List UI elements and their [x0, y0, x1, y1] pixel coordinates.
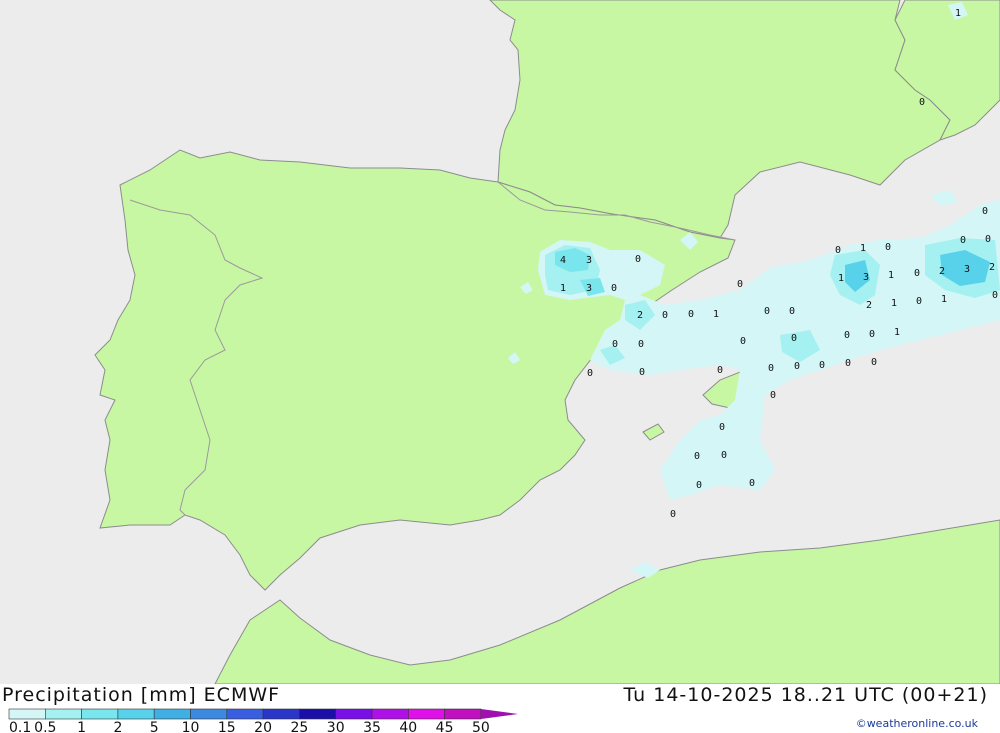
value-label: 1	[560, 283, 566, 294]
value-label: 0	[638, 339, 644, 350]
value-label: 3	[964, 264, 970, 275]
value-label: 0	[835, 245, 841, 256]
color-legend: 0.1 0.5 1 2 5 10 15 20 25 30 35 40 45 50	[8, 708, 518, 733]
value-label: 0	[845, 358, 851, 369]
value-label: 0	[639, 367, 645, 378]
legend-swatch	[44, 708, 82, 720]
legend-swatch	[407, 708, 445, 720]
legend-label: 0.1	[9, 720, 31, 733]
value-label: 0	[696, 480, 702, 491]
value-label: 0	[719, 422, 725, 433]
value-label: 1	[891, 298, 897, 309]
value-label: 2	[866, 300, 872, 311]
value-label: 4	[560, 255, 566, 266]
value-label: 0	[721, 450, 727, 461]
value-label: 0	[587, 368, 593, 379]
value-label: 0	[982, 206, 988, 217]
value-label: 0	[791, 333, 797, 344]
value-label: 0	[960, 235, 966, 246]
value-label: 3	[586, 255, 592, 266]
legend-label: 5	[150, 720, 159, 733]
value-label: 0	[764, 306, 770, 317]
value-label: 0	[992, 290, 998, 301]
legend-label: 30	[327, 720, 345, 733]
credit-link[interactable]: ©weatheronline.co.uk	[856, 717, 978, 730]
legend-swatch	[117, 708, 155, 720]
value-label: 0	[694, 451, 700, 462]
map-footer: Precipitation [mm] ECMWF Tu 14-10-2025 1…	[0, 684, 1000, 733]
legend-swatch	[299, 708, 336, 720]
value-label: 0	[871, 357, 877, 368]
value-label: 1	[713, 309, 719, 320]
legend-label: 25	[290, 720, 308, 733]
precipitation-map: 1 0 4 3 0 1 3 0 2 0 0 1 0 0 0 0 0 0 0 0 …	[0, 0, 1000, 684]
legend-swatches	[8, 708, 482, 720]
value-label: 0	[688, 309, 694, 320]
value-label: 0	[717, 365, 723, 376]
legend-labels: 0.1 0.5 1 2 5 10 15 20 25 30 35 40 45 50	[9, 720, 490, 733]
value-label: 0	[885, 242, 891, 253]
value-label: 0	[612, 339, 618, 350]
legend-label: 35	[363, 720, 381, 733]
legend-swatch	[226, 708, 264, 720]
value-label: 1	[955, 8, 961, 19]
legend-label: 10	[182, 720, 200, 733]
legend-swatch	[335, 708, 373, 720]
legend-label: 0.5	[34, 720, 56, 733]
value-label: 0	[749, 478, 755, 489]
value-label: 0	[819, 360, 825, 371]
value-label: 0	[611, 283, 617, 294]
value-label: 2	[989, 262, 995, 273]
valid-time: Tu 14-10-2025 18..21 UTC (00+21)	[623, 684, 988, 706]
value-label: 3	[586, 283, 592, 294]
legend-swatch	[444, 708, 482, 720]
legend-label: 20	[254, 720, 272, 733]
value-label: 1	[888, 270, 894, 281]
value-label: 1	[838, 273, 844, 284]
value-label: 0	[869, 329, 875, 340]
legend-arrow	[481, 709, 518, 719]
value-label: 3	[863, 272, 869, 283]
legend-label: 50	[472, 720, 490, 733]
legend-label: 40	[399, 720, 417, 733]
legend-label: 1	[77, 720, 86, 733]
value-label: 1	[860, 243, 866, 254]
value-label: 0	[789, 306, 795, 317]
legend-label: 15	[218, 720, 236, 733]
value-label: 0	[794, 361, 800, 372]
value-label: 0	[768, 363, 774, 374]
value-label: 0	[740, 336, 746, 347]
legend-swatch	[371, 708, 409, 720]
value-label: 1	[894, 327, 900, 338]
value-label: 2	[939, 266, 945, 277]
value-label: 0	[844, 330, 850, 341]
value-label: 0	[737, 279, 743, 290]
legend-swatch	[8, 708, 46, 720]
legend-swatch	[153, 708, 191, 720]
legend-label: 2	[113, 720, 122, 733]
value-label: 0	[985, 234, 991, 245]
value-label: 0	[916, 296, 922, 307]
value-label: 0	[662, 310, 668, 321]
legend-swatch	[190, 708, 228, 720]
legend-swatch	[81, 708, 119, 720]
value-label: 0	[670, 509, 676, 520]
value-label: 1	[941, 294, 947, 305]
value-label: 0	[635, 254, 641, 265]
value-label: 2	[637, 310, 643, 321]
legend-swatch	[262, 708, 300, 720]
legend-label: 45	[436, 720, 454, 733]
value-label: 0	[914, 268, 920, 279]
value-label: 0	[919, 97, 925, 108]
value-label: 0	[770, 390, 776, 401]
map-title: Precipitation [mm] ECMWF	[2, 684, 281, 706]
